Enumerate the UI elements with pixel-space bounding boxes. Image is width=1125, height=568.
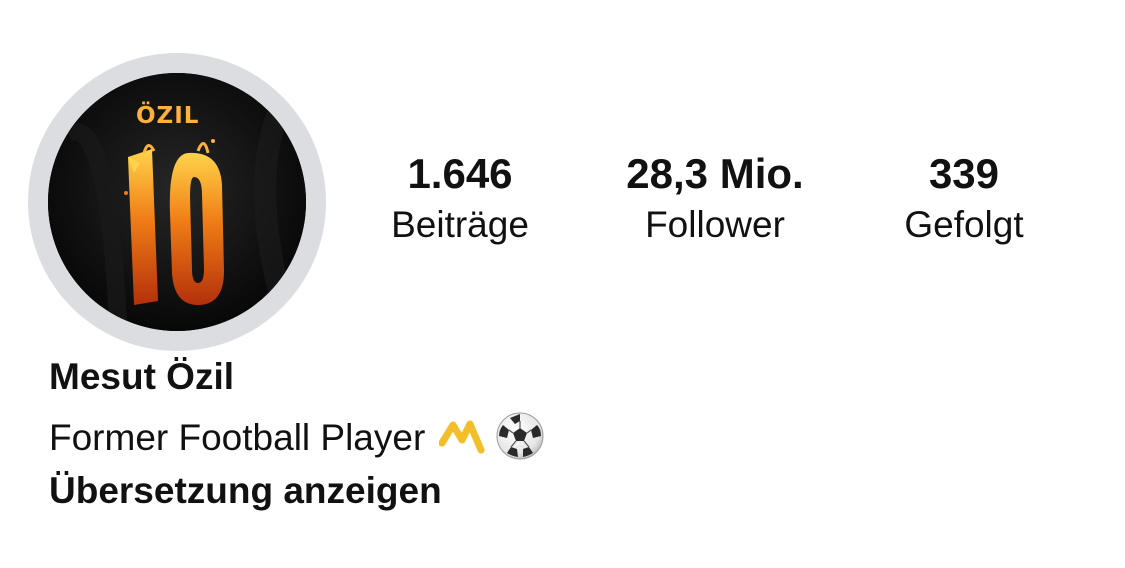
bio-text: Former Football Player [49, 417, 426, 458]
avatar[interactable]: ÖZIL [48, 73, 306, 331]
stat-followers[interactable]: 28,3 Mio. Follower [590, 148, 840, 250]
soccer-ball-icon [495, 411, 545, 466]
stat-following-label: Gefolgt [904, 204, 1024, 245]
jersey-name: ÖZIL [136, 103, 200, 129]
stat-posts-label: Beiträge [391, 204, 529, 245]
yellow-m-icon [438, 416, 485, 461]
stat-followers-value: 28,3 Mio. [626, 150, 804, 197]
stat-posts[interactable]: 1.646 Beiträge [360, 148, 560, 250]
translate-link[interactable]: Übersetzung anzeigen [49, 468, 442, 514]
profile-name: Mesut Özil [49, 356, 235, 397]
bio: Former Football Player [49, 411, 545, 466]
stat-following-value: 339 [928, 150, 1000, 197]
stat-posts-value: 1.646 [407, 150, 513, 197]
stat-following[interactable]: 339 Gefolgt [864, 148, 1064, 250]
stat-followers-label: Follower [645, 204, 785, 245]
